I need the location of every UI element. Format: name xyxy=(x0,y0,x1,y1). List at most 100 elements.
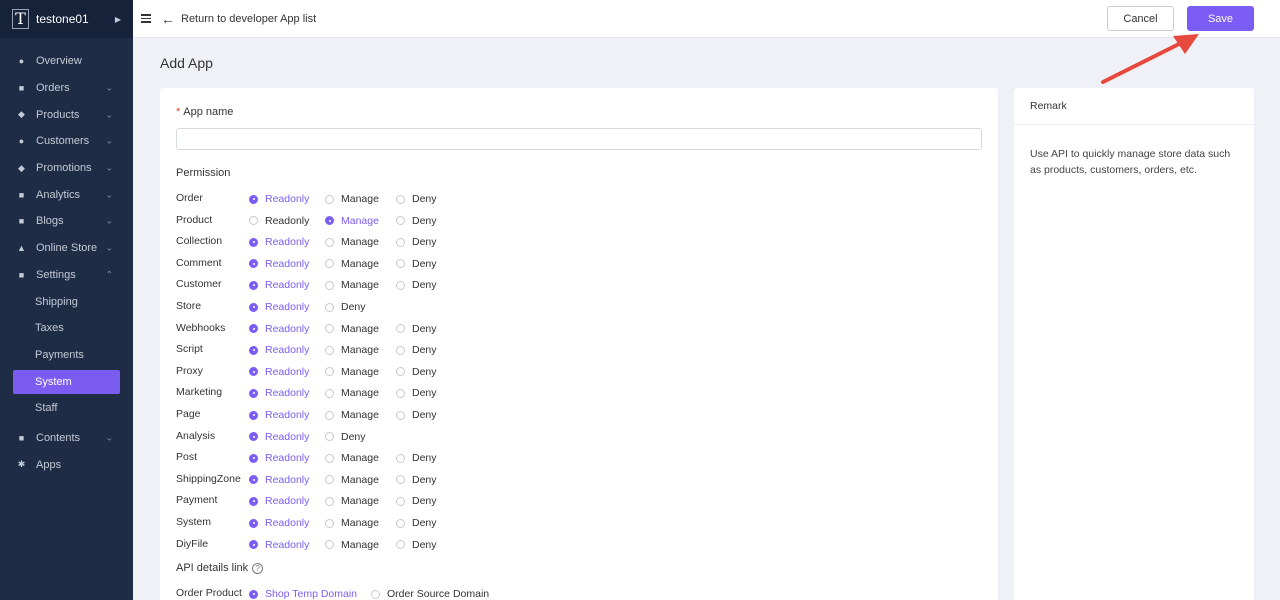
radio-circle[interactable] xyxy=(396,540,405,550)
radio-circle[interactable] xyxy=(249,367,258,377)
radio-circle[interactable] xyxy=(249,194,258,204)
radio-circle[interactable] xyxy=(249,496,258,506)
radio-circle[interactable] xyxy=(249,216,258,226)
sidebar-subitem-shipping[interactable]: Shipping xyxy=(0,288,133,315)
radio-deny[interactable]: Deny xyxy=(396,495,437,507)
radio-manage[interactable]: Manage xyxy=(325,344,379,356)
sidebar-item-online-store[interactable]: ▲ Online Store ⌄ xyxy=(0,235,133,262)
help-icon[interactable]: ? xyxy=(252,562,264,574)
radio-circle[interactable] xyxy=(371,589,380,599)
radio-readonly[interactable]: Readonly xyxy=(249,215,309,227)
radio-circle[interactable] xyxy=(249,518,258,528)
radio-readonly[interactable]: Readonly xyxy=(249,279,309,291)
radio-deny[interactable]: Deny xyxy=(396,387,437,399)
radio-circle[interactable] xyxy=(325,237,334,247)
radio-readonly[interactable]: Readonly xyxy=(249,193,309,205)
radio-deny[interactable]: Deny xyxy=(325,431,366,443)
radio-circle[interactable] xyxy=(249,324,258,334)
sidebar-subitem-payments[interactable]: Payments xyxy=(0,342,133,369)
radio-circle[interactable] xyxy=(325,410,334,420)
radio-circle[interactable] xyxy=(325,280,334,290)
radio-readonly[interactable]: Readonly xyxy=(249,495,309,507)
radio-circle[interactable] xyxy=(249,589,258,599)
radio-deny[interactable]: Deny xyxy=(396,517,437,529)
radio-circle[interactable] xyxy=(325,216,334,226)
radio-circle[interactable] xyxy=(325,194,334,204)
radio-circle[interactable] xyxy=(325,540,334,550)
radio-manage[interactable]: Manage xyxy=(325,495,379,507)
radio-circle[interactable] xyxy=(325,453,334,463)
radio-deny[interactable]: Deny xyxy=(396,366,437,378)
radio-circle[interactable] xyxy=(396,324,405,334)
save-button[interactable]: Save xyxy=(1187,6,1254,31)
radio-circle[interactable] xyxy=(325,259,334,269)
radio-readonly[interactable]: Readonly xyxy=(249,366,309,378)
radio-circle[interactable] xyxy=(396,237,405,247)
radio-circle[interactable] xyxy=(249,410,258,420)
sidebar-item-orders[interactable]: ■ Orders ⌄ xyxy=(0,75,133,102)
radio-circle[interactable] xyxy=(249,259,258,269)
radio-readonly[interactable]: Readonly xyxy=(249,539,309,551)
radio-deny[interactable]: Deny xyxy=(396,344,437,356)
sidebar-item-contents[interactable]: ■ Contents ⌄ xyxy=(0,425,133,452)
radio-readonly[interactable]: Readonly xyxy=(249,474,309,486)
radio-circle[interactable] xyxy=(249,453,258,463)
radio-circle[interactable] xyxy=(325,475,334,485)
radio-manage[interactable]: Manage xyxy=(325,366,379,378)
radio-deny[interactable]: Deny xyxy=(396,474,437,486)
sidebar-item-products[interactable]: ◆ Products ⌄ xyxy=(0,101,133,128)
sidebar-item-blogs[interactable]: ■ Blogs ⌄ xyxy=(0,208,133,235)
radio-deny[interactable]: Deny xyxy=(396,258,437,270)
store-switcher[interactable]: T testone01 ▶ xyxy=(0,0,133,38)
sidebar-item-apps[interactable]: ✱ Apps xyxy=(0,451,133,478)
radio-readonly[interactable]: Readonly xyxy=(249,258,309,270)
radio-circle[interactable] xyxy=(249,432,258,442)
sidebar-item-customers[interactable]: ● Customers ⌄ xyxy=(0,128,133,155)
radio-deny[interactable]: Deny xyxy=(396,539,437,551)
radio-deny[interactable]: Deny xyxy=(396,279,437,291)
radio-order-source-domain[interactable]: Order Source Domain xyxy=(371,588,489,600)
radio-circle[interactable] xyxy=(249,475,258,485)
radio-shop-temp-domain[interactable]: Shop Temp Domain xyxy=(249,588,357,600)
radio-manage[interactable]: Manage xyxy=(325,409,379,421)
sidebar-item-analytics[interactable]: ■ Analytics ⌄ xyxy=(0,181,133,208)
menu-icon[interactable] xyxy=(141,14,151,23)
radio-deny[interactable]: Deny xyxy=(396,452,437,464)
radio-manage[interactable]: Manage xyxy=(325,323,379,335)
radio-circle[interactable] xyxy=(396,280,405,290)
radio-deny[interactable]: Deny xyxy=(396,193,437,205)
cancel-button[interactable]: Cancel xyxy=(1107,6,1174,31)
radio-manage[interactable]: Manage xyxy=(325,279,379,291)
radio-circle[interactable] xyxy=(325,367,334,377)
back-to-app-list-link[interactable]: Return to developer App list xyxy=(181,13,316,25)
radio-circle[interactable] xyxy=(325,432,334,442)
radio-readonly[interactable]: Readonly xyxy=(249,323,309,335)
radio-readonly[interactable]: Readonly xyxy=(249,452,309,464)
sidebar-item-promotions[interactable]: ◆ Promotions ⌄ xyxy=(0,155,133,182)
sidebar-item-settings[interactable]: ■ Settings ⌃ xyxy=(0,262,133,289)
sidebar-subitem-system[interactable]: System xyxy=(13,369,120,394)
radio-manage[interactable]: Manage xyxy=(325,452,379,464)
radio-manage[interactable]: Manage xyxy=(325,539,379,551)
radio-manage[interactable]: Manage xyxy=(325,193,379,205)
radio-circle[interactable] xyxy=(396,453,405,463)
radio-readonly[interactable]: Readonly xyxy=(249,236,309,248)
radio-manage[interactable]: Manage xyxy=(325,215,379,227)
sidebar-subitem-staff[interactable]: Staff xyxy=(0,395,133,422)
radio-circle[interactable] xyxy=(396,259,405,269)
radio-deny[interactable]: Deny xyxy=(396,215,437,227)
radio-manage[interactable]: Manage xyxy=(325,258,379,270)
radio-circle[interactable] xyxy=(396,518,405,528)
radio-circle[interactable] xyxy=(249,388,258,398)
app-name-input[interactable] xyxy=(176,128,982,150)
radio-circle[interactable] xyxy=(325,302,334,312)
radio-readonly[interactable]: Readonly xyxy=(249,431,309,443)
radio-manage[interactable]: Manage xyxy=(325,474,379,486)
radio-readonly[interactable]: Readonly xyxy=(249,344,309,356)
radio-readonly[interactable]: Readonly xyxy=(249,301,309,313)
radio-circle[interactable] xyxy=(396,367,405,377)
radio-deny[interactable]: Deny xyxy=(325,301,366,313)
radio-manage[interactable]: Manage xyxy=(325,236,379,248)
radio-circle[interactable] xyxy=(396,388,405,398)
radio-manage[interactable]: Manage xyxy=(325,517,379,529)
